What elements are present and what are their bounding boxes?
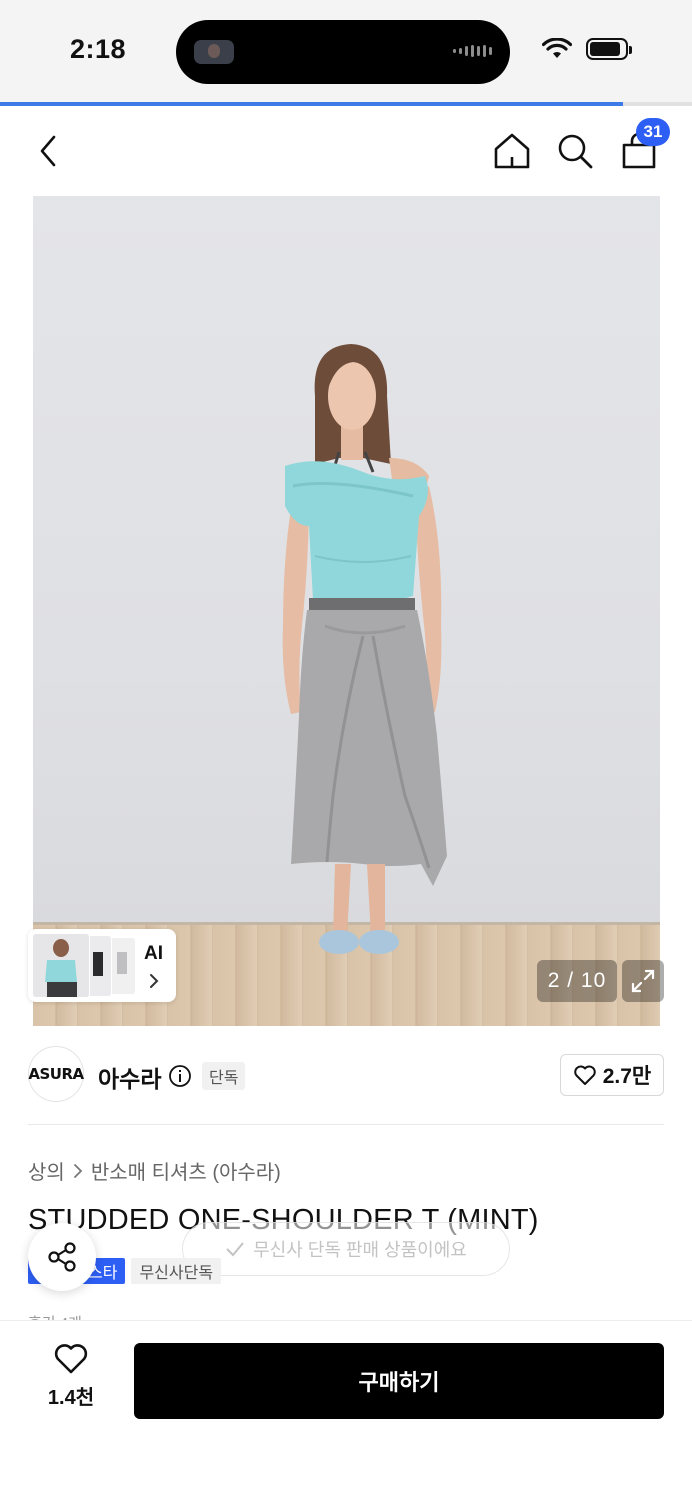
brand-like-count: 2.7만 [602, 1065, 652, 1088]
brand-name[interactable]: 아수라 [98, 1060, 161, 1094]
notice-text: 무신사 단독 판매 상품이에요 [253, 1240, 467, 1260]
cart-count-badge: 31 [636, 118, 670, 146]
exclusive-notice-toast: 무신사 단독 판매 상품이에요 [182, 1222, 510, 1276]
divider [28, 1124, 664, 1125]
info-icon[interactable] [168, 1064, 192, 1093]
breadcrumb-item[interactable]: 반소매 티셔츠 (아수라) [91, 1156, 281, 1185]
battery-icon [586, 38, 632, 60]
ai-look-thumbnails [32, 933, 136, 998]
status-indicators [542, 38, 632, 60]
ai-label: AI [144, 943, 163, 964]
heart-icon [573, 1065, 596, 1085]
top-navigation: 31 [0, 106, 692, 196]
status-bar: 2:18 [0, 0, 692, 102]
audio-wave-icon [453, 45, 492, 57]
search-icon [558, 134, 593, 169]
brand-row: ASURA 아수라 단독 2.7만 [28, 1046, 664, 1106]
check-icon [226, 1242, 244, 1257]
search-button[interactable] [552, 128, 598, 174]
cart-button[interactable]: 31 [616, 118, 670, 174]
exclusive-badge: 단독 [202, 1062, 246, 1090]
look-thumbnail [32, 933, 90, 998]
wishlist-button[interactable]: 1.4천 [36, 1343, 106, 1423]
ai-look-card[interactable]: AI [28, 929, 176, 1002]
wishlist-count: 1.4천 [47, 1387, 95, 1409]
wifi-icon [542, 38, 572, 58]
share-icon [48, 1242, 76, 1272]
product-image[interactable] [33, 196, 660, 1026]
buy-button[interactable]: 구매하기 [134, 1343, 664, 1419]
home-icon [494, 133, 530, 169]
share-button[interactable] [28, 1223, 96, 1291]
back-button[interactable] [26, 128, 72, 174]
expand-icon [631, 969, 655, 993]
brand-like-button[interactable]: 2.7만 [560, 1054, 664, 1096]
model-figure [282, 344, 447, 954]
expand-image-button[interactable] [622, 960, 664, 1002]
bottom-action-bar: 1.4천 구매하기 [0, 1320, 692, 1500]
chevron-right-icon [73, 1163, 83, 1178]
now-playing-thumbnail [194, 40, 234, 64]
breadcrumb: 상의 반소매 티셔츠 (아수라) [28, 1156, 281, 1185]
brand-logo[interactable]: ASURA [28, 1046, 84, 1102]
breadcrumb-item[interactable]: 상의 [28, 1156, 65, 1185]
chevron-right-icon [148, 972, 160, 995]
image-counter: 2 / 10 [537, 960, 617, 1002]
product-tag: 무신사단독 [131, 1258, 222, 1284]
dynamic-island [176, 20, 510, 84]
review-summary: 후기 4개 [28, 1312, 82, 1320]
home-button[interactable] [489, 128, 535, 174]
status-time: 2:18 [70, 34, 127, 64]
chevron-left-icon [40, 135, 56, 167]
heart-icon [54, 1344, 88, 1374]
